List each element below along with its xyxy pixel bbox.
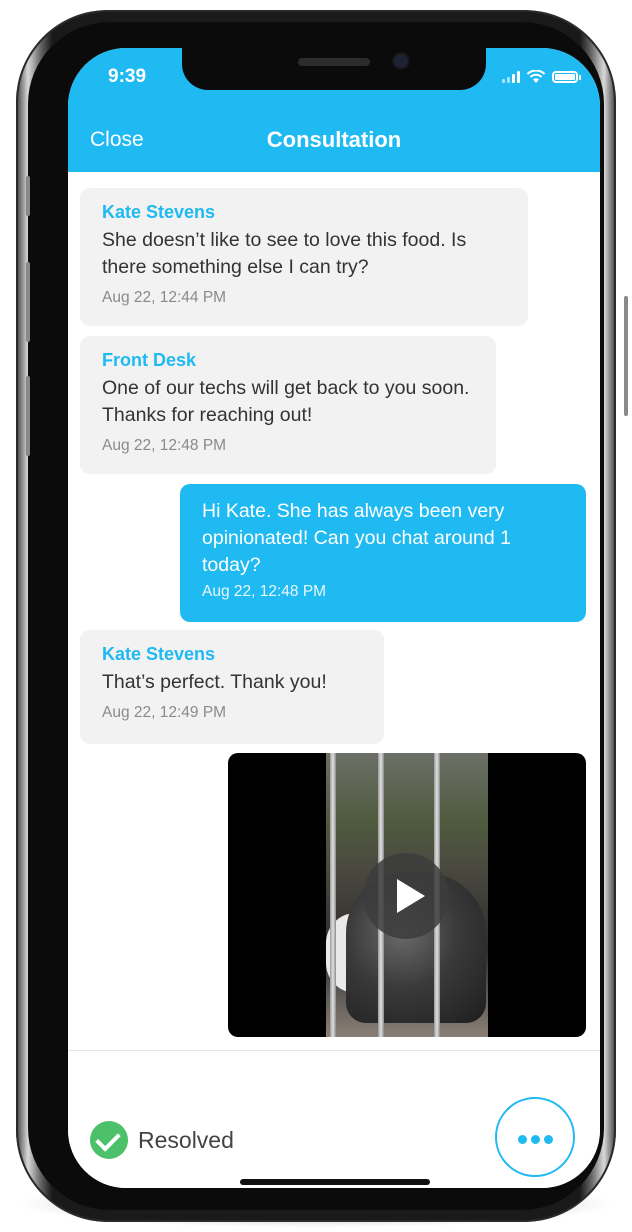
message-bubble-incoming: Front Desk One of our techs will get bac…: [80, 336, 496, 474]
message-timestamp: Aug 22, 12:48 PM: [202, 583, 327, 600]
more-dot: [531, 1135, 540, 1144]
play-icon[interactable]: [363, 853, 449, 939]
message-text: That’s perfect. Thank you!: [102, 671, 327, 693]
more-options-button[interactable]: [495, 1097, 575, 1177]
message-text: Hi Kate. She has always been very opinio…: [202, 500, 511, 576]
volume-up-button: [26, 262, 30, 342]
power-button: [624, 296, 628, 416]
message-bubble-incoming: Kate Stevens That’s perfect. Thank you! …: [80, 630, 384, 744]
message-text: One of our techs will get back to you so…: [102, 377, 470, 426]
message-timestamp: Aug 22, 12:48 PM: [102, 437, 227, 454]
message-bubble-incoming: Kate Stevens She doesn’t like to see to …: [80, 188, 528, 326]
phone-notch: [182, 48, 486, 90]
check-circle-icon: [90, 1121, 128, 1159]
mute-switch: [26, 176, 30, 216]
status-icons: [502, 70, 581, 84]
speaker-grille: [298, 58, 370, 66]
volume-down-button: [26, 376, 30, 456]
app-header: 9:39 Close Consultation: [68, 48, 600, 172]
message-timestamp: Aug 22, 12:49 PM: [102, 704, 227, 721]
app-screen: 9:39 Close Consultation Kate Stevens She…: [68, 48, 600, 1188]
page-title: Consultation: [266, 127, 402, 152]
battery-icon: [552, 71, 581, 83]
video-message[interactable]: [228, 753, 586, 1037]
home-indicator[interactable]: [240, 1179, 430, 1185]
message-sender: Front Desk: [102, 350, 197, 370]
more-dot: [544, 1135, 553, 1144]
message-list[interactable]: Kate Stevens She doesn’t like to see to …: [68, 172, 600, 1050]
cage-bar: [330, 753, 336, 1037]
wifi-icon: [526, 70, 546, 83]
footer-bar: Resolved: [68, 1050, 600, 1188]
message-timestamp: Aug 22, 12:44 PM: [102, 289, 227, 306]
status-time: 9:39: [108, 66, 147, 87]
message-sender: Kate Stevens: [102, 202, 216, 222]
message-sender: Kate Stevens: [102, 644, 216, 664]
message-text: She doesn’t like to see to love this foo…: [102, 229, 467, 278]
message-bubble-outgoing: Hi Kate. She has always been very opinio…: [180, 484, 586, 622]
more-dot: [518, 1135, 527, 1144]
resolved-status-label: Resolved: [138, 1127, 234, 1153]
front-camera: [394, 54, 408, 68]
signal-icon: [502, 71, 520, 83]
